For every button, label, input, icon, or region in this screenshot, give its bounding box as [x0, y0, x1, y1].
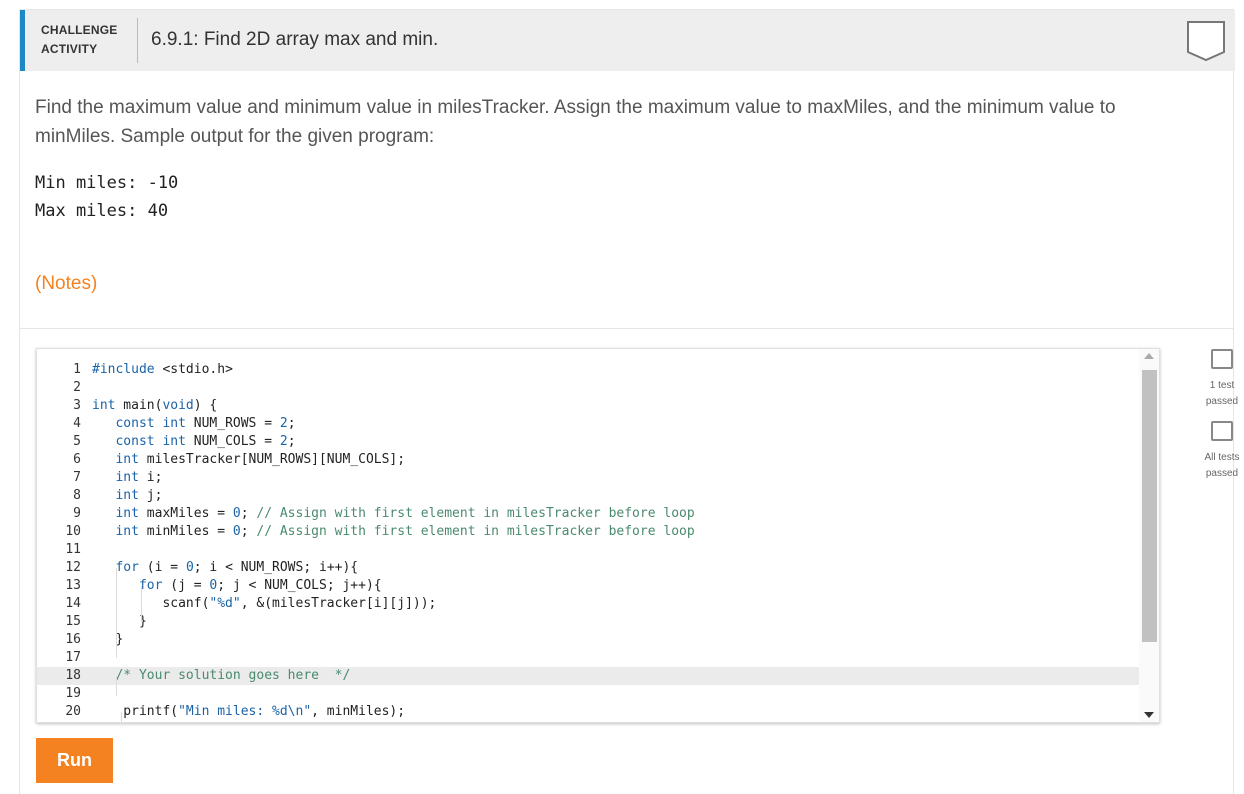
- code-text[interactable]: printf("Min miles: %d\n", minMiles);: [92, 703, 405, 721]
- code-line[interactable]: 4 const int NUM_ROWS = 2;: [37, 415, 1141, 433]
- code-line[interactable]: 12 for (i = 0; i < NUM_ROWS; i++){: [37, 559, 1141, 577]
- line-number: 20: [65, 704, 81, 719]
- code-line[interactable]: 15 }: [37, 613, 1141, 631]
- code-text[interactable]: #include <stdio.h>: [92, 361, 233, 379]
- sample-output-line: Max miles: 40: [35, 201, 169, 221]
- line-number: 15: [65, 614, 81, 629]
- line-number: 18: [37, 667, 81, 685]
- completion-badge-icon: [1187, 21, 1225, 62]
- indent-guide: [116, 676, 117, 696]
- activity-title: 6.9.1: Find 2D array max and min.: [151, 29, 439, 50]
- code-line[interactable]: 14 scanf("%d", &(milesTracker[i][j]));: [37, 595, 1141, 613]
- line-number: 9: [73, 506, 81, 521]
- code-text[interactable]: for (i = 0; i < NUM_ROWS; i++){: [92, 559, 358, 577]
- line-number: 10: [65, 524, 81, 539]
- activity-header: CHALLENGE ACTIVITY 6.9.1: Find 2D array …: [20, 10, 1235, 71]
- indent-guide: [141, 586, 142, 622]
- test-status-line: All tests: [1204, 452, 1240, 463]
- line-number: 7: [73, 470, 81, 485]
- code-text[interactable]: const int NUM_ROWS = 2;: [92, 415, 295, 433]
- scroll-up-arrow-icon[interactable]: [1144, 353, 1154, 359]
- line-number: 17: [65, 650, 81, 665]
- line-number: 5: [73, 434, 81, 449]
- section-divider: [20, 328, 1233, 329]
- code-line[interactable]: 19: [37, 685, 1141, 703]
- line-number: 6: [73, 452, 81, 467]
- code-text[interactable]: int main(void) {: [92, 397, 217, 415]
- code-line[interactable]: 10 int minMiles = 0; // Assign with firs…: [37, 523, 1141, 541]
- code-line[interactable]: 6 int milesTracker[NUM_ROWS][NUM_COLS];: [37, 451, 1141, 469]
- test-checkbox-icon: [1211, 421, 1233, 441]
- kind-line-2: ACTIVITY: [41, 42, 98, 56]
- indent-guide: [116, 568, 117, 658]
- kind-line-1: CHALLENGE: [41, 23, 118, 37]
- code-line[interactable]: 5 const int NUM_COLS = 2;: [37, 433, 1141, 451]
- code-text[interactable]: int j;: [92, 487, 162, 505]
- code-text[interactable]: int minMiles = 0; // Assign with first e…: [92, 523, 694, 541]
- code-line[interactable]: 8 int j;: [37, 487, 1141, 505]
- code-line[interactable]: 11: [37, 541, 1141, 559]
- test-status-1: 1 test passed: [1195, 349, 1244, 410]
- code-line[interactable]: 9 int maxMiles = 0; // Assign with first…: [37, 505, 1141, 523]
- line-number: 8: [73, 488, 81, 503]
- sample-output: Min miles: -10 Max miles: 40: [35, 169, 178, 225]
- line-number: 2: [73, 380, 81, 395]
- notes-link[interactable]: (Notes): [35, 273, 97, 295]
- code-line[interactable]: 13 for (j = 0; j < NUM_COLS; j++){: [37, 577, 1141, 595]
- line-number: 3: [73, 398, 81, 413]
- code-line[interactable]: 20 printf("Min miles: %d\n", minMiles);: [37, 703, 1141, 721]
- line-number: 16: [65, 632, 81, 647]
- header-divider: [137, 18, 138, 63]
- code-line[interactable]: 7 int i;: [37, 469, 1141, 487]
- code-text[interactable]: scanf("%d", &(milesTracker[i][j]));: [92, 595, 436, 613]
- line-number: 14: [65, 596, 81, 611]
- line-number: 1: [73, 362, 81, 377]
- scrollbar-thumb[interactable]: [1142, 370, 1157, 642]
- code-editor[interactable]: 1 #include <stdio.h> 2 3 int main(void) {4 c…: [36, 348, 1160, 723]
- code-line[interactable]: 3 int main(void) {: [37, 397, 1141, 415]
- line-number: 12: [65, 560, 81, 575]
- editor-scrollbar[interactable]: [1139, 349, 1159, 722]
- test-status-label: 1 test passed: [1195, 378, 1244, 410]
- test-status-label: All tests passed: [1195, 450, 1244, 482]
- line-number: 11: [65, 542, 81, 557]
- line-number: 19: [65, 686, 81, 701]
- code-line[interactable]: 1 #include <stdio.h>: [37, 361, 1141, 379]
- code-text[interactable]: for (j = 0; j < NUM_COLS; j++){: [92, 577, 382, 595]
- code-text[interactable]: int i;: [92, 469, 162, 487]
- code-text[interactable]: const int NUM_COLS = 2;: [92, 433, 295, 451]
- code-text[interactable]: int milesTracker[NUM_ROWS][NUM_COLS];: [92, 451, 405, 469]
- code-text[interactable]: }: [92, 631, 123, 649]
- code-text[interactable]: int maxMiles = 0; // Assign with first e…: [92, 505, 694, 523]
- code-line[interactable]: 17: [37, 649, 1141, 667]
- line-number: 4: [73, 416, 81, 431]
- sample-output-line: Min miles: -10: [35, 173, 179, 193]
- test-checkbox-icon: [1211, 349, 1233, 369]
- activity-prompt: Find the maximum value and minimum value…: [35, 97, 1116, 147]
- line-number: 13: [65, 578, 81, 593]
- activity-kind-label: CHALLENGE ACTIVITY: [41, 21, 117, 59]
- run-button[interactable]: Run: [36, 738, 113, 783]
- code-text[interactable]: /* Your solution goes here */: [92, 667, 350, 685]
- code-text[interactable]: }: [92, 613, 147, 631]
- test-status-line: 1 test: [1209, 380, 1235, 391]
- test-status-line: passed: [1205, 468, 1239, 479]
- code-line[interactable]: 18 /* Your solution goes here */: [37, 667, 1141, 685]
- indent-guide: [121, 712, 122, 722]
- test-status-line: passed: [1205, 396, 1239, 407]
- challenge-activity-card: CHALLENGE ACTIVITY 6.9.1: Find 2D array …: [19, 9, 1240, 794]
- code-line[interactable]: 16 }: [37, 631, 1141, 649]
- code-line[interactable]: 2: [37, 379, 1141, 397]
- test-status-all: All tests passed: [1195, 421, 1244, 482]
- scroll-down-arrow-icon[interactable]: [1144, 712, 1154, 718]
